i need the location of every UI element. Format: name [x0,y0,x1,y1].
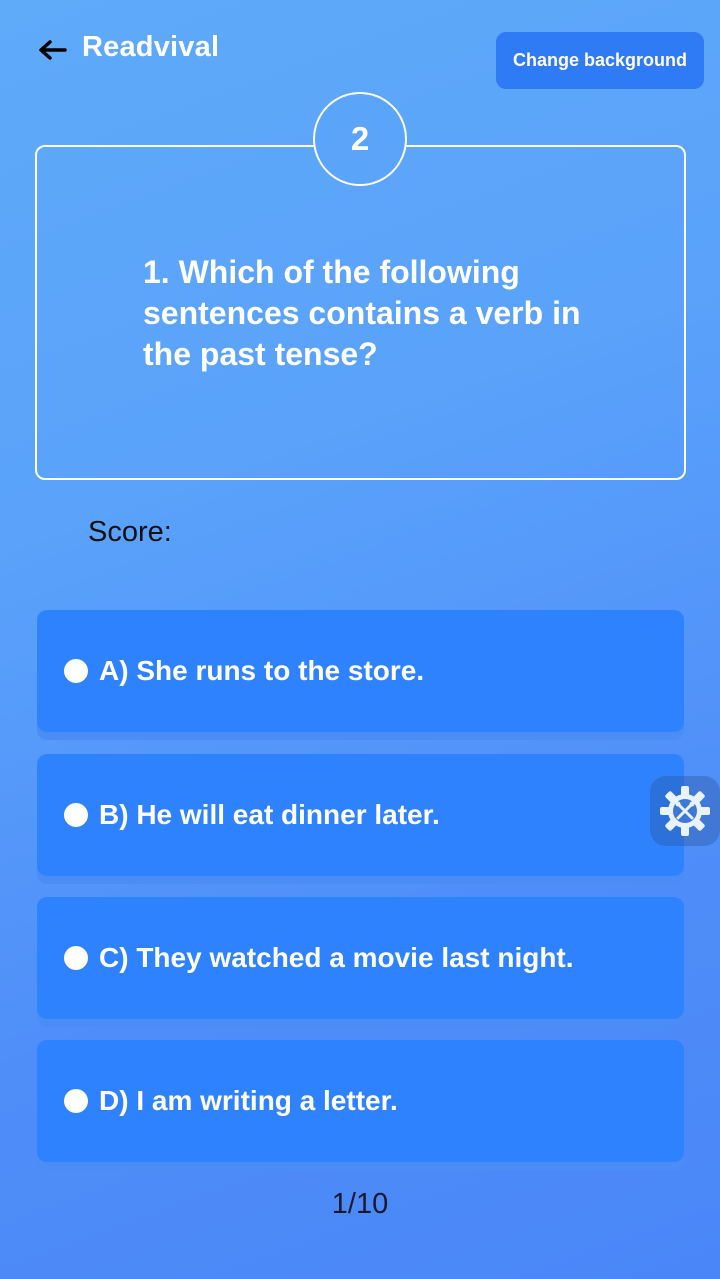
radio-icon[interactable] [64,1089,88,1113]
answer-option-d[interactable]: D) I am writing a letter. [37,1040,684,1162]
header-bar: Readvival Change background [0,0,720,100]
radio-icon[interactable] [64,659,88,683]
tools-gear-icon [660,786,710,836]
floating-tools-button[interactable] [650,776,720,846]
answer-option-a[interactable]: A) She runs to the store. [37,610,684,732]
change-background-button[interactable]: Change background [496,32,704,89]
arrow-left-icon [39,40,67,60]
answer-option-label: C) They watched a movie last night. [99,942,574,973]
answer-option-label: B) He will eat dinner later. [99,799,440,830]
answer-option-c[interactable]: C) They watched a movie last night. [37,897,684,1019]
question-progress: 1/10 [331,1188,389,1220]
back-button[interactable] [36,34,68,66]
answer-option-b[interactable]: B) He will eat dinner later. [37,754,684,876]
score-label: Score: [88,516,172,548]
app-title: Readvival [82,31,220,63]
answer-option-label: D) I am writing a letter. [99,1085,398,1116]
answer-option-label: A) She runs to the store. [99,655,425,686]
radio-icon[interactable] [64,803,88,827]
radio-icon[interactable] [64,946,88,970]
question-text: 1. Which of the following sentences cont… [143,254,581,372]
question-number-badge: 2 [313,92,407,186]
